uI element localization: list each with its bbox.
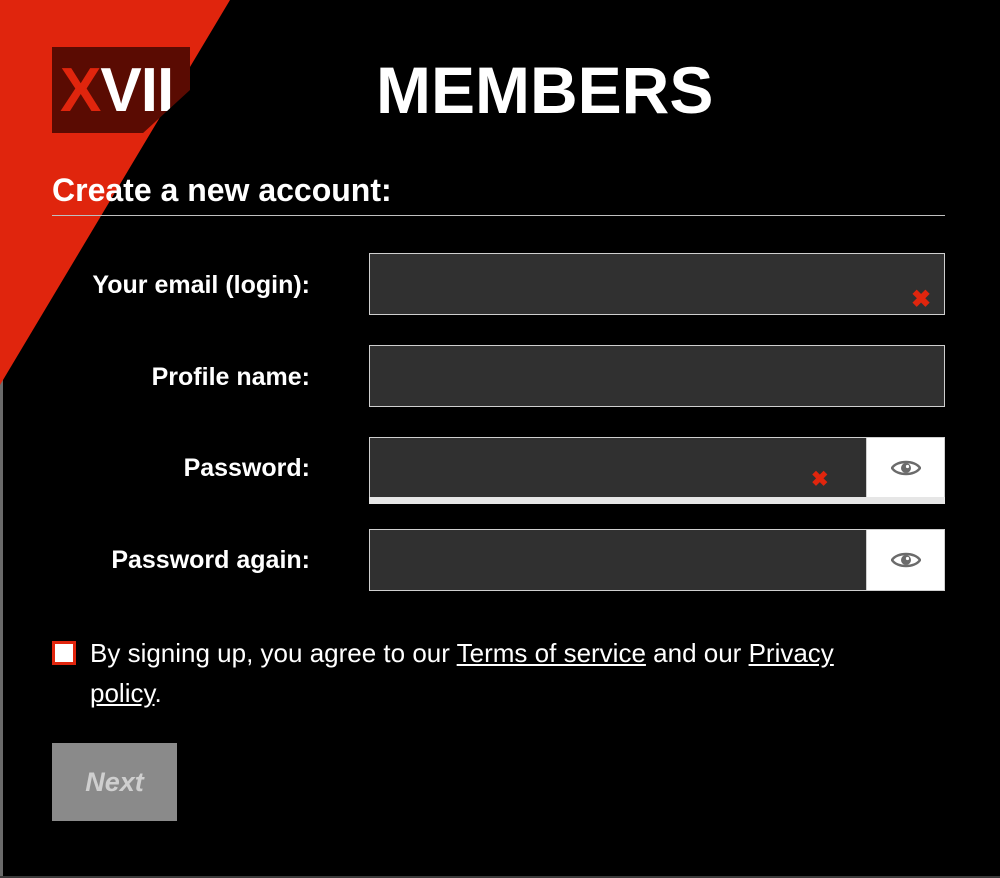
- show-password-button[interactable]: [866, 437, 945, 499]
- profile-name-label: Profile name:: [151, 363, 310, 391]
- next-button[interactable]: Next: [52, 743, 177, 821]
- eye-icon: [890, 552, 921, 568]
- logo-letter-x: X: [60, 56, 101, 125]
- password-label: Password:: [183, 454, 310, 482]
- terms-middle: and our: [645, 638, 749, 668]
- password-strength-bar: [369, 497, 945, 504]
- close-icon: ✖: [911, 286, 932, 313]
- heading-divider: [52, 215, 945, 216]
- page-title: MEMBERS: [376, 53, 714, 127]
- terms-of-service-link[interactable]: Terms of service: [457, 638, 646, 668]
- form-heading: Create a new account:: [52, 172, 392, 208]
- password-again-label: Password again:: [111, 546, 310, 574]
- terms-prefix: By signing up, you agree to our: [90, 638, 457, 668]
- terms-suffix: .: [154, 678, 162, 708]
- logo-letters: VII: [100, 56, 174, 125]
- logo-text: XVII: [60, 55, 174, 127]
- show-password-again-button[interactable]: [866, 529, 945, 591]
- password-again-field[interactable]: [369, 529, 866, 591]
- eye-icon: [890, 460, 921, 476]
- profile-name-field[interactable]: [369, 345, 945, 407]
- email-field[interactable]: [369, 253, 945, 315]
- terms-text: By signing up, you agree to our Terms of…: [90, 633, 910, 713]
- terms-checkbox[interactable]: [52, 641, 76, 665]
- close-icon: ✖: [811, 468, 829, 491]
- email-label: Your email (login):: [92, 271, 310, 299]
- site-logo: XVII: [52, 47, 190, 133]
- password-field[interactable]: [369, 437, 866, 499]
